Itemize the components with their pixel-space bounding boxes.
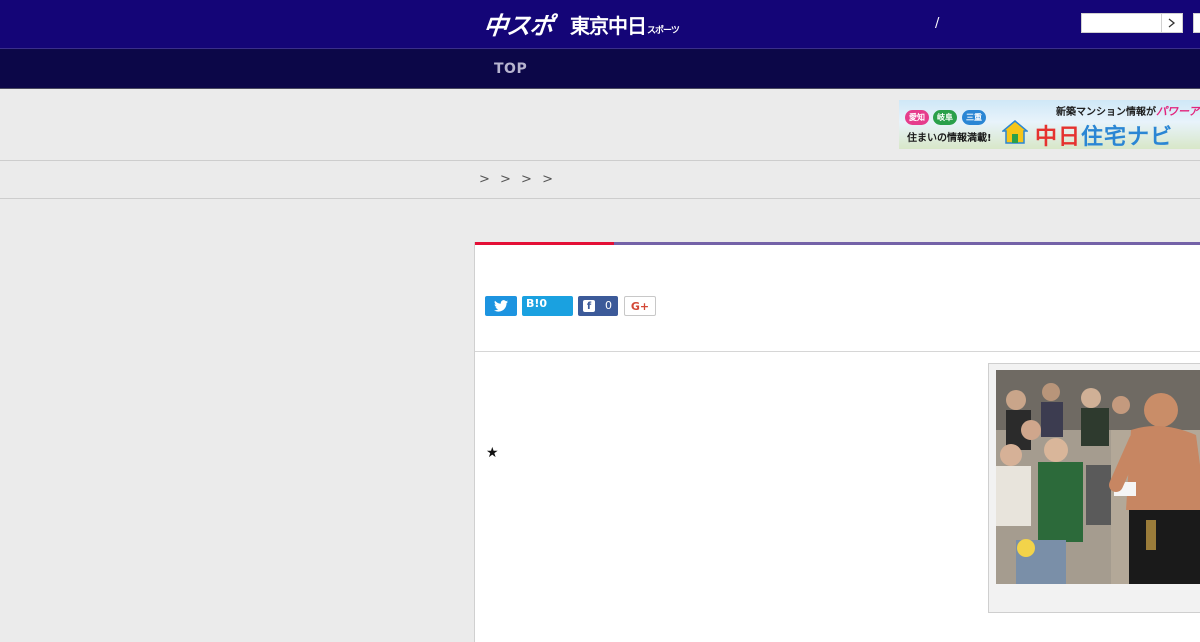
article-panel: B!0 f 0 G+ ★ [474, 242, 1200, 642]
hatena-bookmark-label: B!0 [526, 297, 548, 310]
header-extra-button[interactable] [1193, 13, 1200, 33]
banner-chip-gifu: 岐阜 [933, 110, 957, 125]
google-plus-share-button[interactable]: G+ [624, 296, 656, 316]
facebook-icon: f [583, 300, 595, 312]
tokyo-logo-main: 東京中日 [570, 14, 647, 38]
breadcrumb-top-rule [0, 160, 1200, 161]
facebook-share-count: 0 [605, 299, 612, 312]
article-header-divider [475, 351, 1200, 352]
banner-brand: 中日住宅ナビ [1035, 125, 1174, 149]
facebook-share-button[interactable]: f 0 [578, 296, 618, 316]
article-accent-purple [614, 242, 1200, 245]
article-star-marker: ★ [486, 445, 499, 461]
search-submit-button[interactable] [1161, 13, 1183, 33]
twitter-bird-icon [494, 300, 508, 312]
banner-tagline: 住まいの情報満載! [907, 133, 992, 144]
banner-chip-mie: 三重 [962, 110, 986, 125]
chevron-right-icon [1168, 18, 1176, 28]
global-nav: TOP [0, 48, 1200, 89]
nav-item-top[interactable]: TOP [494, 61, 527, 77]
article-photo-frame [988, 363, 1200, 613]
tokyo-logo-sub: スポーツ [647, 26, 680, 36]
search-input[interactable] [1081, 13, 1161, 33]
breadcrumb-bottom-rule [0, 198, 1200, 199]
breadcrumb: > > > > [479, 172, 553, 187]
house-icon [1002, 120, 1028, 144]
banner-headline: 新築マンション情報がパワーアップ [1056, 105, 1200, 118]
site-header: 中スポ 東京中日スポーツ / [0, 0, 1200, 48]
article-photo[interactable] [996, 370, 1200, 584]
hatena-bookmark-button[interactable]: B!0 [522, 296, 573, 316]
article-accent-red [475, 242, 614, 245]
header-separator: / [935, 16, 940, 31]
tokyo-chunichi-logo[interactable]: 東京中日スポーツ [570, 10, 680, 39]
chuspo-logo[interactable]: 中スポ [482, 6, 555, 41]
twitter-share-button[interactable] [485, 296, 517, 316]
banner-chip-aichi: 愛知 [905, 110, 929, 125]
housing-navi-banner[interactable]: 新築マンション情報がパワーアップ 愛知 岐阜 三重 住まいの情報満載! 中日住宅… [899, 100, 1200, 149]
wrestler-photo-image [996, 370, 1200, 584]
